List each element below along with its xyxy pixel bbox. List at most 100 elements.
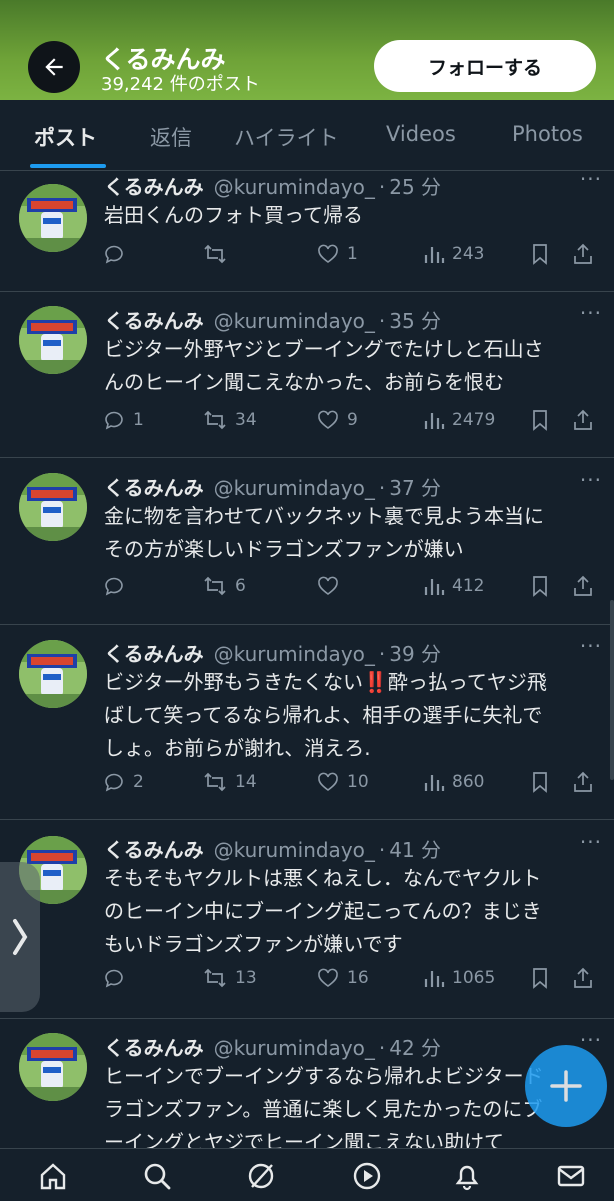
scrollbar[interactable] [610, 600, 614, 780]
timestamp: 37 分 [389, 476, 442, 500]
search-icon[interactable] [142, 1161, 172, 1195]
more-options-icon[interactable]: ··· [580, 468, 602, 492]
reply-button[interactable] [102, 966, 133, 990]
tweet[interactable]: くるみんみ @kurumindayo_ · 39 分 ··· ビジター外野もうきたくない‼… [0, 624, 614, 820]
like-button[interactable]: 1 [316, 242, 358, 266]
retweet-button[interactable]: 13 [202, 966, 257, 990]
views-button[interactable]: 2479 [423, 408, 495, 432]
like-button[interactable]: 16 [316, 966, 369, 990]
views-button[interactable]: 1065 [423, 966, 495, 990]
share-button[interactable] [572, 242, 594, 266]
reply-button[interactable] [102, 242, 133, 266]
avatar[interactable] [19, 1033, 87, 1101]
bookmark-button[interactable] [530, 574, 550, 598]
views-button[interactable]: 860 [423, 770, 484, 794]
author-name[interactable]: くるみんみ [104, 476, 204, 500]
author-handle[interactable]: @kurumindayo_ [214, 476, 375, 500]
bookmark-button[interactable] [530, 770, 550, 794]
avatar[interactable] [19, 640, 87, 708]
author-handle[interactable]: @kurumindayo_ [214, 838, 375, 862]
reply-icon [102, 408, 126, 432]
tab-posts[interactable]: ポスト [34, 122, 97, 152]
tweet-text: ビジター外野もうきたくない‼️酔っ払ってヤジ飛 ばして笑ってるなら帰れよ、相手の選… [104, 666, 594, 765]
mail-icon[interactable] [556, 1161, 586, 1195]
tab-replies[interactable]: 返信 [150, 122, 192, 152]
avatar[interactable] [19, 473, 87, 541]
back-button[interactable] [28, 41, 80, 93]
tweet-text-line: んのヒーイン聞こえなかった、お前らを恨む [104, 370, 504, 394]
share-icon [572, 574, 594, 598]
compose-button[interactable] [525, 1045, 607, 1127]
share-button[interactable] [572, 966, 594, 990]
bookmark-button[interactable] [530, 408, 550, 432]
reply-icon [102, 770, 126, 794]
share-button[interactable] [572, 770, 594, 794]
side-panel-handle[interactable] [0, 862, 40, 1012]
bookmark-icon [530, 574, 550, 598]
tab-highlights[interactable]: ハイライト [234, 122, 339, 152]
bell-icon[interactable] [452, 1161, 482, 1195]
separator-dot: · [378, 175, 386, 199]
reply-button[interactable]: 1 [102, 408, 144, 432]
author-name[interactable]: くるみんみ [104, 175, 204, 199]
author-name[interactable]: くるみんみ [104, 309, 204, 333]
author-handle[interactable]: @kurumindayo_ [214, 309, 375, 333]
more-options-icon[interactable]: ··· [580, 301, 602, 325]
reply-count: 2 [133, 772, 144, 792]
more-options-icon[interactable]: ··· [580, 634, 602, 658]
like-button[interactable]: 10 [316, 770, 369, 794]
retweet-button[interactable] [202, 242, 235, 266]
tab-photos[interactable]: Photos [512, 122, 583, 146]
more-options-icon[interactable]: ··· [580, 830, 602, 854]
reply-button[interactable]: 2 [102, 770, 144, 794]
tweet-header: くるみんみ @kurumindayo_ · 25 分 [104, 171, 441, 200]
avatar[interactable] [19, 184, 87, 252]
share-button[interactable] [572, 574, 594, 598]
like-button[interactable] [316, 574, 347, 598]
retweet-button[interactable]: 6 [202, 574, 246, 598]
home-icon[interactable] [38, 1161, 68, 1195]
tweet-text-line: ビジター外野もうきたくない‼️酔っ払ってヤジ飛 [104, 670, 547, 694]
views-button[interactable]: 243 [423, 242, 484, 266]
author-name[interactable]: くるみんみ [104, 838, 204, 862]
separator-dot: · [378, 838, 386, 862]
like-count: 9 [347, 410, 358, 430]
author-handle[interactable]: @kurumindayo_ [214, 1036, 375, 1060]
author-name[interactable]: くるみんみ [104, 642, 204, 666]
retweet-button[interactable]: 14 [202, 770, 257, 794]
views-count: 2479 [452, 410, 496, 430]
more-options-icon[interactable]: ··· [580, 167, 602, 191]
reply-icon [102, 574, 126, 598]
retweet-icon [202, 574, 228, 598]
tweet[interactable]: くるみんみ @kurumindayo_ · 35 分 ··· ビジター外野ヤジとブーイング… [0, 291, 614, 458]
author-handle[interactable]: @kurumindayo_ [214, 642, 375, 666]
views-icon [423, 966, 445, 990]
tab-videos[interactable]: Videos [386, 122, 456, 146]
tweet-text-line: しょ。お前らが謝れ、消えろ. [104, 736, 371, 760]
share-button[interactable] [572, 408, 594, 432]
share-icon [572, 966, 594, 990]
author-handle[interactable]: @kurumindayo_ [214, 175, 375, 199]
separator-dot: · [378, 1036, 386, 1060]
like-button[interactable]: 9 [316, 408, 358, 432]
tweet[interactable]: くるみんみ @kurumindayo_ · 41 分 ··· そもそもヤクルトは悪くねえし… [0, 819, 614, 1019]
grok-icon[interactable] [246, 1161, 276, 1195]
bookmark-icon [530, 408, 550, 432]
reply-button[interactable] [102, 574, 133, 598]
tweet-text-line: もいドラゴンズファンが嫌いです [104, 932, 403, 956]
bookmark-button[interactable] [530, 966, 550, 990]
bookmark-button[interactable] [530, 242, 550, 266]
author-name[interactable]: くるみんみ [104, 1036, 204, 1060]
tweet-text: ヒーインでブーイングするなら帰れよビジタード ラゴンズファン。普通に楽しく見たかっ… [104, 1060, 594, 1159]
views-button[interactable]: 412 [423, 574, 484, 598]
tweet[interactable]: くるみんみ @kurumindayo_ · 37 分 ··· 金に物を言わせてバックネット… [0, 457, 614, 625]
avatar[interactable] [19, 306, 87, 374]
heart-icon [316, 770, 340, 794]
arrow-left-icon [45, 58, 63, 76]
play-icon[interactable] [352, 1161, 382, 1195]
retweet-icon [202, 242, 228, 266]
tweet-text-line: その方が楽しいドラゴンズファンが嫌い [104, 537, 464, 561]
retweet-button[interactable]: 34 [202, 408, 257, 432]
follow-button[interactable]: フォローする [374, 40, 596, 92]
tweet[interactable]: くるみんみ @kurumindayo_ · 25 分 ··· 岩田くんのフォト買って帰る 1… [0, 161, 614, 292]
